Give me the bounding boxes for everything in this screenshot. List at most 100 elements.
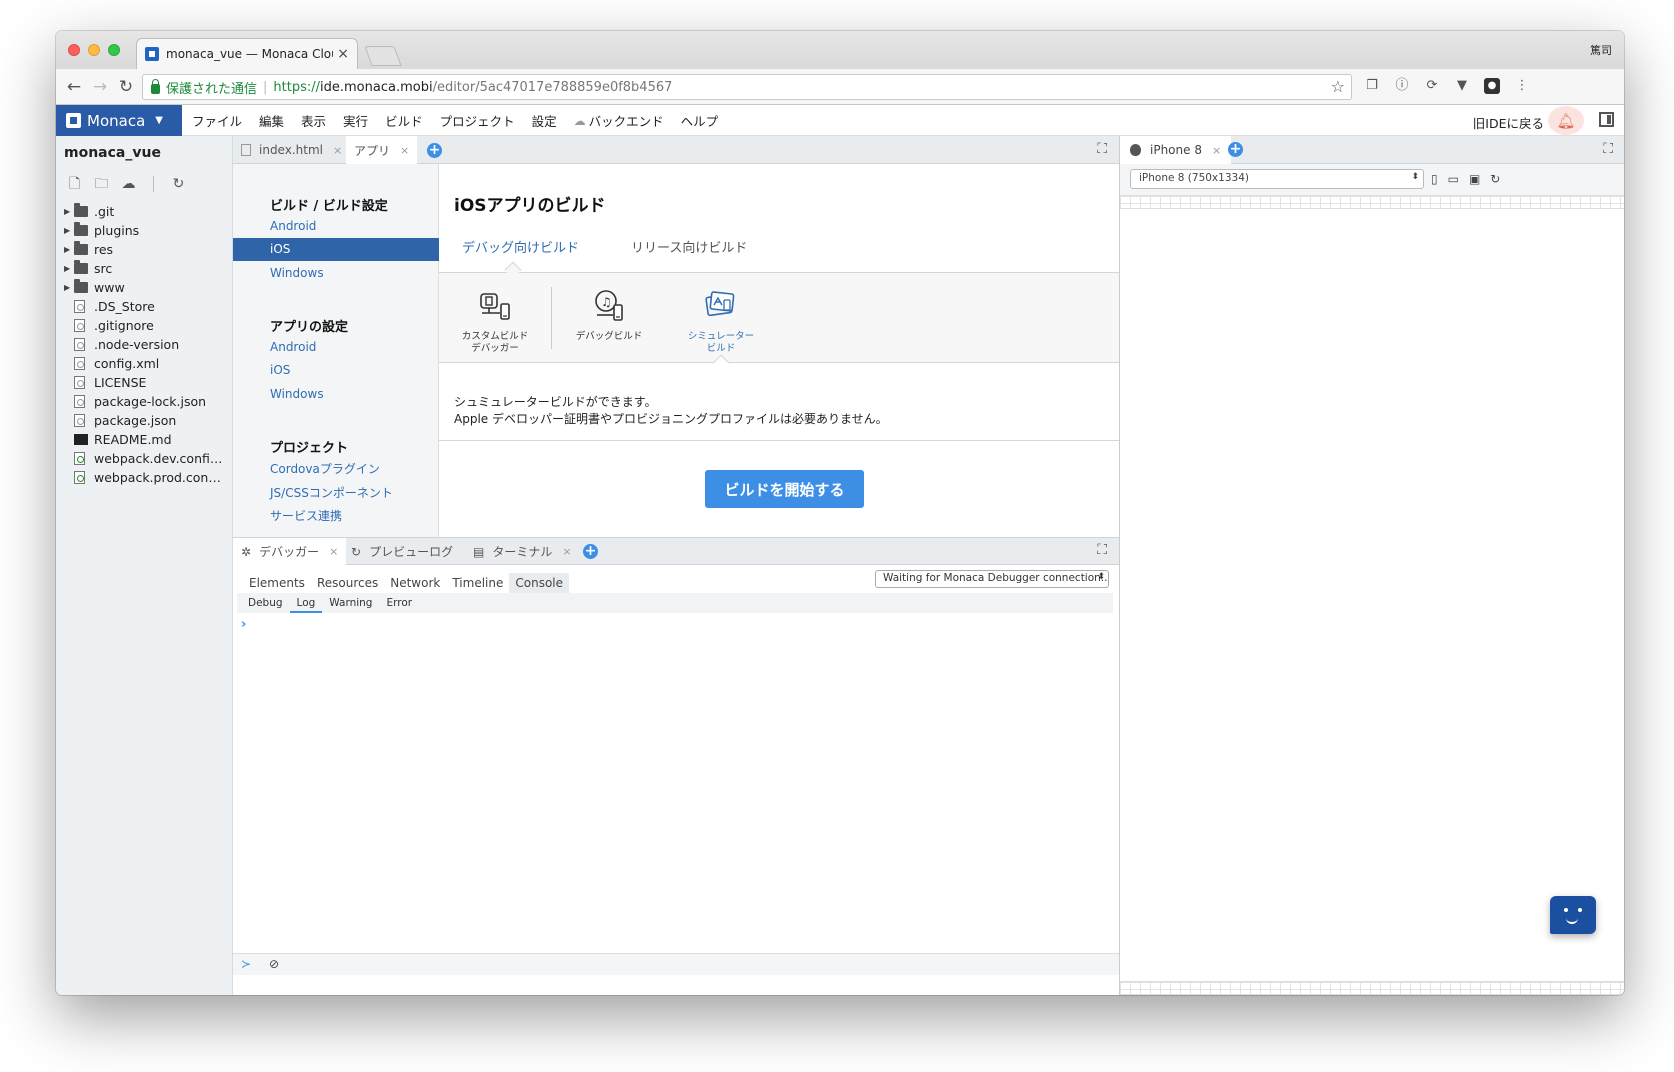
menu-project[interactable]: プロジェクト bbox=[440, 111, 515, 130]
devtab-elements[interactable]: Elements bbox=[243, 573, 311, 593]
tabs-extension-icon[interactable]: ❐ bbox=[1364, 78, 1380, 94]
menu-run[interactable]: 実行 bbox=[343, 111, 368, 130]
level-log[interactable]: Log bbox=[289, 593, 323, 613]
maximize-icon[interactable]: ⛶ bbox=[1603, 141, 1613, 157]
tab-close-icon[interactable]: × bbox=[329, 545, 338, 558]
nav-link-app-ios[interactable]: iOS bbox=[270, 363, 290, 377]
build-type-debug[interactable]: ♫ デバッグビルド bbox=[559, 289, 659, 343]
upload-cloud-icon[interactable]: ☁ bbox=[120, 176, 137, 192]
refresh-icon[interactable]: ↻ bbox=[170, 176, 187, 192]
tree-folder[interactable]: ▶ plugins bbox=[64, 221, 228, 240]
build-type-custom-debugger[interactable]: カスタムビルド デバッガー bbox=[445, 289, 545, 355]
expand-caret-icon[interactable]: ▶ bbox=[64, 226, 74, 235]
clear-console-icon[interactable]: ⊘ bbox=[269, 957, 279, 971]
tree-file[interactable]: config.xml bbox=[64, 354, 228, 373]
level-warning[interactable]: Warning bbox=[322, 593, 379, 613]
tab-close-icon[interactable]: × bbox=[333, 144, 342, 157]
browser-user-name[interactable]: 篤司 bbox=[1590, 42, 1612, 58]
support-chat-bot-icon[interactable] bbox=[1550, 896, 1596, 934]
add-tab-plus-icon[interactable]: + bbox=[1228, 142, 1243, 157]
tree-folder[interactable]: ▶ src bbox=[64, 259, 228, 278]
tab-debug-build[interactable]: デバッグ向けビルド bbox=[462, 237, 579, 256]
level-debug[interactable]: Debug bbox=[241, 593, 290, 613]
new-folder-icon[interactable]: 🗀 bbox=[93, 176, 110, 192]
nav-link-build-ios[interactable]: iOS bbox=[233, 238, 439, 261]
vue-devtools-icon[interactable]: ▼ bbox=[1454, 78, 1470, 94]
tree-file[interactable]: .DS_Store bbox=[64, 297, 228, 316]
add-tab-plus-icon[interactable]: + bbox=[427, 143, 442, 158]
tree-file[interactable]: README.md bbox=[64, 430, 228, 449]
window-minimize-button[interactable] bbox=[88, 44, 100, 56]
tab-release-build[interactable]: リリース向けビルド bbox=[631, 237, 747, 256]
reload-preview-icon[interactable]: ↻ bbox=[1490, 172, 1500, 186]
expand-caret-icon[interactable]: ▶ bbox=[64, 245, 74, 254]
tree-file[interactable]: LICENSE bbox=[64, 373, 228, 392]
monaca-brand-menu[interactable]: Monaca ▼ bbox=[56, 105, 182, 136]
expand-caret-icon[interactable]: ▶ bbox=[64, 207, 74, 216]
tab-close-icon[interactable]: × bbox=[1212, 144, 1221, 157]
info-extension-icon[interactable]: ⓘ bbox=[1394, 78, 1410, 94]
nav-link-build-android[interactable]: Android bbox=[270, 219, 316, 233]
tab-preview-log[interactable]: ↻ プレビューログ bbox=[343, 538, 461, 565]
portrait-icon[interactable]: ▯ bbox=[1431, 172, 1438, 186]
nav-link-app-windows[interactable]: Windows bbox=[270, 387, 324, 401]
devtab-timeline[interactable]: Timeline bbox=[446, 573, 509, 593]
menu-help[interactable]: ヘルプ bbox=[681, 111, 719, 130]
notification-bell-icon[interactable]: 🔔︎ bbox=[1548, 106, 1584, 135]
browser-tab-close-icon[interactable]: × bbox=[337, 46, 349, 62]
old-ide-link[interactable]: 旧IDEに戻る bbox=[1473, 113, 1544, 132]
new-tab-button[interactable] bbox=[364, 46, 402, 66]
nav-link-js-css-components[interactable]: JS/CSSコンポーネント bbox=[270, 484, 393, 501]
reload-icon[interactable]: ↻ bbox=[116, 77, 136, 97]
start-build-button[interactable]: ビルドを開始する bbox=[705, 470, 864, 508]
nav-link-service-integration[interactable]: サービス連携 bbox=[270, 507, 342, 524]
tab-debugger[interactable]: ✲ デバッガー × bbox=[233, 538, 347, 565]
tree-file[interactable]: .gitignore bbox=[64, 316, 228, 335]
devtab-resources[interactable]: Resources bbox=[311, 573, 384, 593]
window-maximize-button[interactable] bbox=[108, 44, 120, 56]
console-prompt[interactable]: › bbox=[241, 617, 246, 632]
expand-caret-icon[interactable]: ▶ bbox=[64, 283, 74, 292]
window-close-button[interactable] bbox=[68, 44, 80, 56]
menu-backend[interactable]: ☁ バックエンド bbox=[574, 111, 664, 130]
tree-file[interactable]: .node-version bbox=[64, 335, 228, 354]
menu-settings[interactable]: 設定 bbox=[532, 111, 557, 130]
new-file-icon[interactable]: 🗋 bbox=[66, 176, 83, 192]
browser-tab[interactable]: monaca_vue — Monaca Cloud × bbox=[136, 38, 358, 69]
menu-edit[interactable]: 編集 bbox=[259, 111, 284, 130]
maximize-icon[interactable]: ⛶ bbox=[1097, 141, 1107, 157]
tab-index-html[interactable]: index.html × bbox=[233, 136, 350, 164]
screenshot-icon[interactable]: ▣ bbox=[1469, 172, 1480, 186]
bookmark-star-icon[interactable]: ☆ bbox=[1331, 77, 1345, 96]
debugger-connection-select[interactable]: Waiting for Monaca Debugger connection..… bbox=[875, 570, 1109, 588]
nav-link-build-windows[interactable]: Windows bbox=[270, 266, 324, 280]
tree-folder[interactable]: ▶ www bbox=[64, 278, 228, 297]
back-arrow-icon[interactable]: ← bbox=[64, 77, 84, 97]
tree-file[interactable]: package.json bbox=[64, 411, 228, 430]
tab-iphone-8[interactable]: iPhone 8 × bbox=[1120, 136, 1232, 164]
expand-caret-icon[interactable]: ▶ bbox=[64, 264, 74, 273]
landscape-icon[interactable]: ▭ bbox=[1448, 172, 1459, 186]
forward-arrow-icon[interactable]: → bbox=[90, 77, 110, 97]
devtab-network[interactable]: Network bbox=[384, 573, 446, 593]
tree-file[interactable]: webpack.dev.confi… bbox=[64, 449, 228, 468]
tree-folder[interactable]: ▶ .git bbox=[64, 202, 228, 221]
menu-build[interactable]: ビルド bbox=[385, 111, 423, 130]
browser-menu-icon[interactable]: ⋮ bbox=[1514, 78, 1530, 94]
sync-extension-icon[interactable]: ⟳ bbox=[1424, 78, 1440, 94]
tree-folder[interactable]: ▶ res bbox=[64, 240, 228, 259]
level-error[interactable]: Error bbox=[379, 593, 419, 613]
tab-close-icon[interactable]: × bbox=[562, 545, 571, 558]
tab-close-icon[interactable]: × bbox=[400, 144, 409, 157]
device-select[interactable]: iPhone 8 (750x1334) bbox=[1130, 169, 1424, 189]
maximize-icon[interactable]: ⛶ bbox=[1097, 542, 1107, 558]
menu-file[interactable]: ファイル bbox=[192, 111, 242, 130]
tree-file[interactable]: package-lock.json bbox=[64, 392, 228, 411]
add-tab-plus-icon[interactable]: + bbox=[583, 544, 598, 559]
devtab-console[interactable]: Console bbox=[509, 573, 570, 593]
incognito-extension-icon[interactable]: ● bbox=[1484, 78, 1500, 94]
tree-file[interactable]: webpack.prod.con… bbox=[64, 468, 228, 487]
nav-link-app-android[interactable]: Android bbox=[270, 340, 316, 354]
build-type-simulator[interactable]: シミュレーター ビルド bbox=[671, 289, 771, 355]
nav-link-cordova-plugins[interactable]: Cordovaプラグイン bbox=[270, 460, 380, 477]
